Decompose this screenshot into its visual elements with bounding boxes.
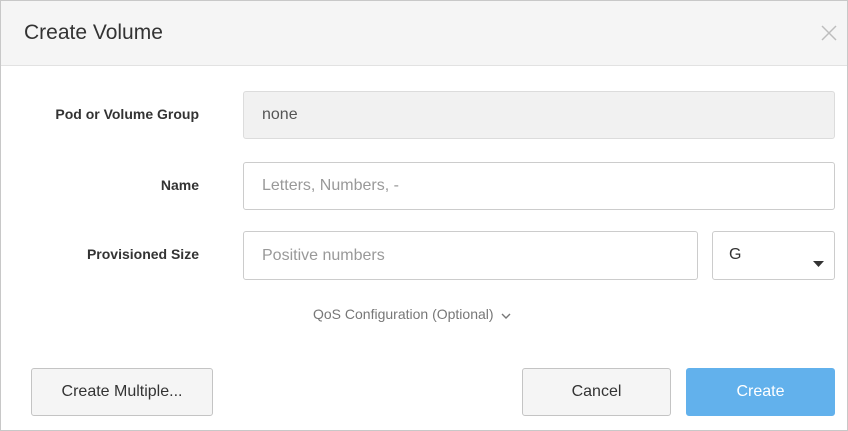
chevron-down-icon: [501, 307, 511, 323]
qos-configuration-toggle[interactable]: QoS Configuration (Optional): [313, 306, 511, 323]
cancel-button[interactable]: Cancel: [522, 368, 671, 416]
size-label: Provisioned Size: [86, 246, 199, 262]
dialog-header: Create Volume: [1, 1, 847, 66]
pod-group-label: Pod or Volume Group: [55, 106, 199, 122]
unit-select-value: G: [729, 246, 742, 263]
close-icon[interactable]: [819, 23, 839, 43]
qos-configuration-label: QoS Configuration (Optional): [313, 306, 494, 322]
dialog-title: Create Volume: [24, 21, 163, 44]
size-input[interactable]: [243, 231, 698, 280]
name-label: Name: [160, 177, 199, 193]
unit-select[interactable]: G: [712, 231, 835, 280]
name-input[interactable]: [243, 162, 835, 210]
caret-down-icon: [813, 254, 824, 272]
create-volume-dialog: Create Volume Pod or Volume Group none N…: [0, 0, 848, 431]
pod-group-field: none: [243, 91, 835, 139]
create-button[interactable]: Create: [686, 368, 835, 416]
create-multiple-button[interactable]: Create Multiple...: [31, 368, 213, 416]
